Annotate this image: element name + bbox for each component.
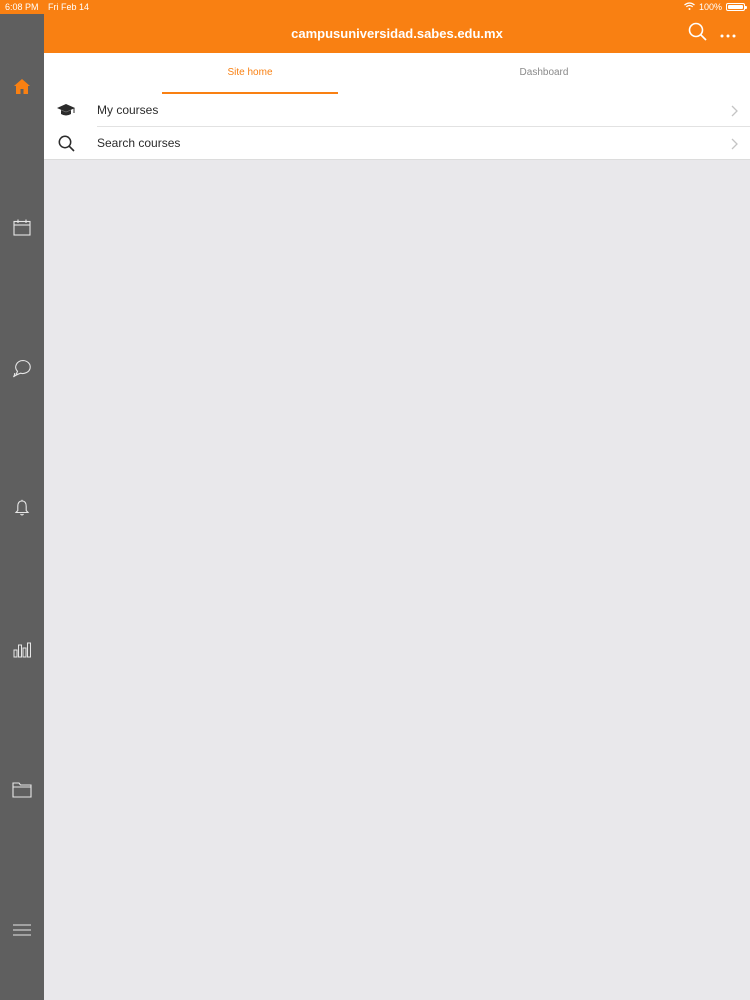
more-icon bbox=[720, 25, 736, 43]
graduation-cap-icon bbox=[56, 101, 76, 119]
status-bar: 6:08 PM Fri Feb 14 100% bbox=[0, 0, 750, 14]
menu-icon bbox=[13, 924, 31, 936]
search-icon bbox=[688, 22, 707, 46]
sidebar-item-notifications[interactable] bbox=[0, 488, 44, 528]
tab-site-home[interactable]: Site home bbox=[162, 53, 338, 94]
app-header: campusuniversidad.sabes.edu.mx bbox=[44, 14, 750, 53]
site-home-list: My courses Search courses bbox=[44, 94, 750, 160]
wifi-icon bbox=[684, 0, 695, 14]
chat-icon bbox=[12, 359, 32, 378]
search-icon bbox=[56, 134, 76, 152]
chevron-right-icon bbox=[731, 104, 738, 122]
battery-icon bbox=[726, 3, 747, 11]
list-item-my-courses[interactable]: My courses bbox=[44, 94, 750, 126]
list-item-search-courses[interactable]: Search courses bbox=[44, 127, 750, 159]
tab-bar: Site home Dashboard bbox=[44, 53, 750, 94]
home-icon bbox=[13, 78, 31, 95]
app-window: 6:08 PM Fri Feb 14 100% campusuniversida… bbox=[0, 0, 750, 1000]
chevron-right-icon bbox=[731, 137, 738, 155]
folder-icon bbox=[12, 781, 32, 798]
battery-percent: 100% bbox=[698, 2, 722, 12]
status-time: 6:08 PM bbox=[5, 2, 39, 12]
sidebar-item-menu[interactable] bbox=[0, 910, 44, 950]
tab-dashboard[interactable]: Dashboard bbox=[456, 53, 632, 94]
sidebar bbox=[0, 14, 44, 1000]
calendar-icon bbox=[13, 219, 31, 236]
battery-level bbox=[728, 5, 743, 9]
bar-chart-icon bbox=[13, 640, 31, 658]
status-indicators: 100% bbox=[684, 0, 747, 14]
list-item-label: Search courses bbox=[97, 136, 181, 150]
list-item-label: My courses bbox=[97, 103, 159, 117]
header-search-button[interactable] bbox=[686, 22, 708, 46]
status-date: Fri Feb 14 bbox=[48, 2, 90, 12]
sidebar-item-files[interactable] bbox=[0, 769, 44, 809]
list-bottom-border bbox=[44, 159, 750, 160]
page-title: campusuniversidad.sabes.edu.mx bbox=[291, 26, 503, 41]
sidebar-item-home[interactable] bbox=[0, 66, 44, 106]
sidebar-item-messages[interactable] bbox=[0, 348, 44, 388]
sidebar-item-calendar[interactable] bbox=[0, 207, 44, 247]
sidebar-item-grades[interactable] bbox=[0, 629, 44, 669]
bell-icon bbox=[13, 499, 31, 517]
header-more-button[interactable] bbox=[717, 23, 739, 45]
